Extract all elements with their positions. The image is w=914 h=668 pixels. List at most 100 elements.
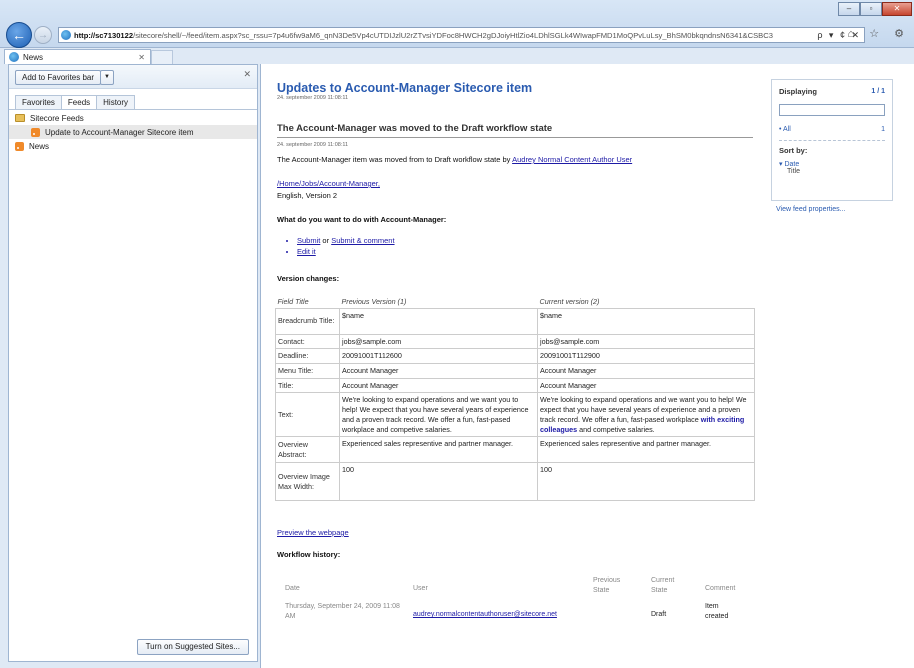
tree-item-sitecore-feeds[interactable]: Sitecore Feeds — [9, 111, 257, 125]
favorites-tabs: Favorites Feeds History — [15, 95, 136, 109]
feed-search-input[interactable] — [779, 104, 885, 116]
filter-all[interactable]: • All — [779, 126, 791, 133]
action-list: Submit or Submit & comment Edit it — [289, 236, 395, 258]
tab-strip: News ✕ — [0, 48, 914, 64]
item-path-link-row: /Home/Jobs/Account-Manager, — [277, 179, 380, 188]
sort-by-heading: Sort by: — [779, 146, 808, 155]
favorites-center-pane: Add to Favorites bar ▼ ✕ Favorites Feeds… — [8, 64, 258, 662]
favorites-pane-close-icon[interactable]: ✕ — [243, 69, 251, 80]
current-value: Account Manager — [537, 362, 755, 379]
tree-item-account-manager-feed[interactable]: Update to Account-Manager Sitecore item — [9, 125, 257, 139]
moved-description: The Account-Manager item was moved from … — [277, 155, 632, 164]
forward-button[interactable]: → — [34, 26, 52, 44]
current-value: 100 — [537, 462, 755, 502]
rss-icon — [15, 141, 24, 151]
list-item: Submit or Submit & comment — [297, 236, 395, 247]
field-name: Overview Abstract: — [275, 436, 340, 464]
tree-item-label: Sitecore Feeds — [30, 113, 84, 123]
feed-date: 24. september 2009 11:08:11 — [277, 95, 349, 101]
table-row: Deadline: 20091001T112600 20091001T11290… — [275, 348, 755, 364]
url-host: http://sc7130122 — [74, 30, 134, 40]
feeds-tree: Sitecore Feeds Update to Account-Manager… — [9, 111, 257, 153]
edit-it-link[interactable]: Edit it — [297, 247, 316, 256]
item-date: 24. september 2009 11:08:11 — [277, 142, 349, 148]
maximize-button[interactable]: ▫ — [860, 2, 882, 16]
tab-close-icon[interactable]: ✕ — [138, 53, 145, 62]
version-changes-table: Field Title Previous Version (1) Current… — [275, 296, 755, 502]
rss-icon — [31, 127, 40, 137]
list-item: Edit it — [297, 247, 395, 258]
language-version: English, Version 2 — [277, 191, 338, 200]
author-link[interactable]: Audrey Normal Content Author User — [512, 155, 632, 164]
current-value: Experienced sales representive and partn… — [537, 436, 755, 464]
current-value: $name — [537, 307, 755, 335]
tree-item-news[interactable]: News — [9, 139, 257, 153]
address-bar[interactable]: http://sc7130122/sitecore/shell/~/feed/i… — [58, 27, 865, 43]
table-row: Overview Image Max Width: 100 100 — [275, 462, 755, 502]
back-arrow-icon: ← — [12, 27, 26, 43]
forward-arrow-icon: → — [38, 29, 48, 41]
view-feed-properties-link[interactable]: View feed properties... — [776, 206, 846, 213]
table-row: Menu Title: Account Manager Account Mana… — [275, 362, 755, 379]
sort-by-date[interactable]: ▾ Date — [779, 160, 799, 168]
table-row: Text: We're looking to expand operations… — [275, 392, 755, 438]
field-name: Text: — [275, 392, 340, 438]
current-value: We're looking to expand operations and w… — [537, 392, 755, 438]
column-header: Field Title — [277, 297, 309, 307]
wf-row-current-state: Draft — [651, 611, 667, 618]
submit-link[interactable]: Submit — [297, 236, 320, 245]
tab-divider — [9, 109, 257, 110]
window-controls: – ▫ ✕ — [838, 2, 912, 16]
current-value: Account Manager — [537, 377, 755, 394]
previous-value: Account Manager — [339, 362, 538, 379]
sort-by-title[interactable]: Title — [787, 168, 800, 175]
minimize-button[interactable]: – — [838, 2, 860, 16]
browser-toolbar: – ▫ ✕ ← → http://sc7130122/sitecore/shel… — [0, 0, 914, 48]
url-text[interactable]: http://sc7130122/sitecore/shell/~/feed/i… — [74, 31, 814, 40]
url-path: /sitecore/shell/~/feed/item.aspx?sc_rssu… — [133, 30, 773, 40]
filter-all-count: 1 — [881, 126, 885, 133]
submit-comment-link[interactable]: Submit & comment — [331, 236, 394, 245]
wf-header-date: Date — [285, 585, 300, 592]
table-header-row: Field Title Previous Version (1) Current… — [276, 296, 755, 308]
previous-value: Experienced sales representive and partn… — [339, 436, 538, 464]
item-path-link[interactable]: /Home/Jobs/Account-Manager, — [277, 179, 380, 188]
actions-question: What do you want to do with Account-Mana… — [277, 215, 447, 224]
tab-label: News — [23, 52, 44, 62]
displaying-count: 1 / 1 — [871, 88, 885, 95]
browser-tab-news[interactable]: News ✕ — [4, 49, 151, 64]
ie-page-icon — [61, 30, 71, 40]
tab-feeds[interactable]: Feeds — [60, 95, 98, 109]
wf-row-user-link[interactable]: audrey.normalcontentauthoruser@sitecore.… — [413, 610, 557, 620]
table-row: Contact: jobs@sample.com jobs@sample.com — [275, 333, 755, 350]
field-name: Breadcrumb Title: — [275, 307, 340, 335]
suggested-sites-button[interactable]: Turn on Suggested Sites... — [136, 639, 249, 655]
column-header: Previous Version (1) — [341, 297, 407, 307]
previous-value: We're looking to expand operations and w… — [339, 392, 538, 438]
previous-value: 100 — [339, 462, 538, 502]
add-favorites-dropdown[interactable]: ▼ — [100, 70, 114, 85]
feed-content: Updates to Account-Manager Sitecore item… — [260, 64, 914, 668]
preview-link-row: Preview the webpage — [277, 528, 349, 537]
add-to-favorites-bar-button[interactable]: Add to Favorites bar — [15, 70, 102, 85]
previous-value: $name — [339, 307, 538, 335]
tab-history[interactable]: History — [96, 95, 136, 109]
field-name: Menu Title: — [275, 362, 340, 379]
table-row: Breadcrumb Title: $name $name — [275, 307, 755, 335]
feed-title[interactable]: Updates to Account-Manager Sitecore item — [277, 81, 532, 95]
wf-header-user: User — [413, 585, 428, 592]
wf-header-previous-state: Previous State — [593, 577, 621, 595]
tab-favorites[interactable]: Favorites — [15, 95, 62, 109]
new-tab-button[interactable] — [151, 50, 173, 64]
item-title[interactable]: The Account-Manager was moved to the Dra… — [277, 123, 552, 134]
close-window-button[interactable]: ✕ — [882, 2, 912, 16]
displaying-panel: Displaying 1 / 1 • All 1 Sort by: ▾ Date… — [771, 79, 893, 201]
or-text: or — [320, 236, 332, 245]
ie-tab-icon — [9, 52, 19, 62]
preview-webpage-link[interactable]: Preview the webpage — [277, 528, 349, 537]
tree-item-label: News — [29, 141, 50, 151]
moved-text: The Account-Manager item was moved from … — [277, 155, 513, 164]
home-favorites-tools-icons[interactable]: ⌂ ☆ ⚙ — [848, 27, 910, 40]
back-button[interactable]: ← — [6, 22, 32, 48]
field-name: Overview Image Max Width: — [275, 462, 340, 502]
